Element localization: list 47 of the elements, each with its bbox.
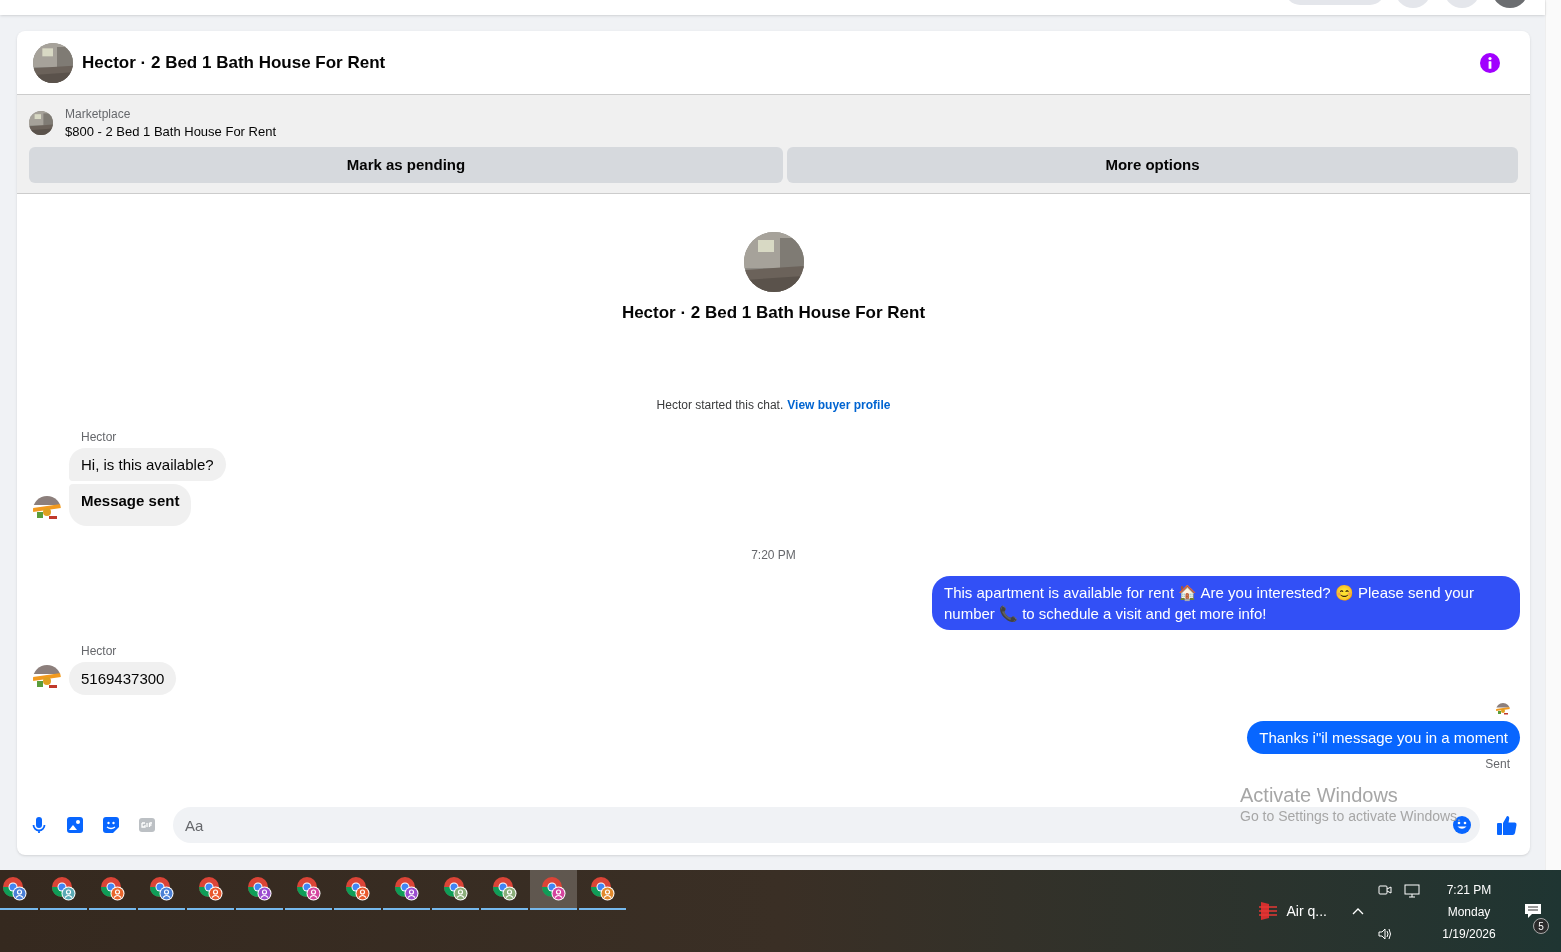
thumbs-up-icon[interactable]	[1496, 814, 1518, 836]
timestamp: 7:20 PM	[751, 546, 796, 564]
notification-count: 5	[1533, 918, 1549, 934]
weather-label[interactable]: Air q...	[1286, 900, 1327, 922]
browser-icon	[442, 876, 469, 902]
sender-name: Hector	[81, 428, 118, 446]
notifications-icon[interactable]	[1524, 902, 1542, 920]
sender-name: Hector	[81, 642, 118, 660]
clock-date[interactable]: 1/19/2026	[1442, 926, 1496, 942]
message-bubble: This apartment is available for rent 🏠 Are you interested? 😊 Please send your number 📞 to schedule a visit and get more info!	[932, 575, 1520, 630]
image-icon[interactable]	[65, 815, 85, 835]
browser-icon	[491, 876, 518, 902]
buyer-profile-link[interactable]: View buyer profile	[787, 395, 891, 414]
browser-icon	[393, 876, 420, 902]
volume-icon[interactable]	[1377, 926, 1393, 942]
browser-icon	[148, 876, 175, 902]
clock-time[interactable]: 7:21 PM	[1446, 882, 1492, 898]
listing-action-button[interactable]: More options	[787, 147, 1518, 183]
chat-title: Hector · 2 Bed 1 Bath House For Rent	[82, 51, 386, 74]
browser-icon	[589, 876, 616, 902]
activation-notice-hint: Go to Settings to activate Windows.	[1240, 807, 1461, 825]
taskbar-app[interactable]	[530, 870, 577, 910]
delivery-status: Sent	[1485, 755, 1510, 773]
message-bubble: Hi, is this available?	[69, 447, 226, 481]
browser-icon	[197, 876, 224, 902]
clock-day[interactable]: Monday	[1447, 904, 1491, 920]
listing-source: Marketplace	[65, 106, 132, 123]
air-quality-icon	[1256, 900, 1279, 922]
browser-icon	[99, 876, 126, 902]
activation-notice-title: Activate Windows	[1240, 782, 1399, 808]
browser-icon	[540, 876, 567, 902]
chat-start-note: Hector started this chat.	[656, 396, 784, 414]
browser-icon	[246, 876, 273, 902]
browser-icon	[1, 876, 28, 902]
sticker-icon[interactable]	[101, 815, 121, 835]
info-icon[interactable]	[1480, 52, 1500, 73]
browser-icon	[50, 876, 77, 902]
camera-icon[interactable]	[1377, 882, 1393, 898]
message-bubble: 5169437300	[69, 661, 177, 695]
browser-icon	[344, 876, 371, 902]
network-icon[interactable]	[1404, 882, 1420, 898]
message-bubble: Thanks i"il message you in a moment	[1247, 720, 1520, 754]
listing-title: $800 - 2 Bed 1 Bath House For Rent	[65, 123, 276, 141]
browser-icon	[295, 876, 322, 902]
message-bubble: Message sent	[69, 483, 192, 526]
conversation-title: Hector · 2 Bed 1 Bath House For Rent	[621, 302, 926, 324]
listing-action-button[interactable]: Mark as pending	[29, 147, 783, 183]
